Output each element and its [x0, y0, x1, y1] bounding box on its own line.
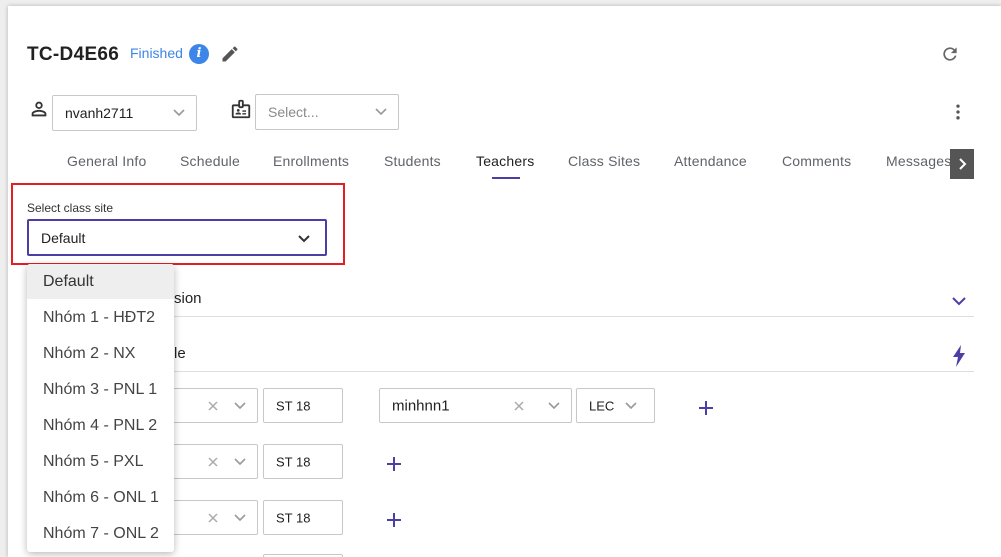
row3-st-value: ST 18: [276, 510, 310, 525]
active-tab-indicator: [492, 177, 520, 179]
dropdown-option[interactable]: Nhóm 6 - ONL 1: [27, 480, 174, 515]
user-select[interactable]: nvanh2711: [52, 95, 197, 131]
secondary-select-placeholder: Select...: [268, 104, 319, 120]
row2-st-value: ST 18: [276, 454, 310, 469]
row1-role-value: LEC: [589, 398, 615, 413]
clear-x-icon[interactable]: [207, 512, 219, 524]
tab-comments[interactable]: Comments: [782, 153, 851, 169]
class-code-title: TC-D4E66: [27, 44, 120, 65]
row1-st-value: ST 18: [276, 398, 310, 413]
user-select-value: nvanh2711: [65, 105, 134, 121]
tab-schedule[interactable]: Schedule: [180, 153, 240, 169]
dropdown-option[interactable]: Default: [27, 264, 174, 299]
dropdown-option[interactable]: Nhóm 1 - HĐT2: [27, 300, 174, 335]
dropdown-option[interactable]: Nhóm 5 - PXL: [27, 444, 174, 479]
refresh-icon[interactable]: [940, 44, 960, 64]
section-divider: [174, 371, 974, 372]
tab-students[interactable]: Students: [384, 153, 441, 169]
row1-role-select[interactable]: LEC: [576, 388, 655, 423]
class-site-dropdown: Default Nhóm 1 - HĐT2 Nhóm 2 - NX Nhóm 3…: [27, 264, 174, 552]
dropdown-option[interactable]: Nhóm 4 - PNL 2: [27, 408, 174, 443]
more-vert-icon[interactable]: [948, 102, 968, 122]
tab-enrollments[interactable]: Enrollments: [273, 153, 349, 169]
tab-class-sites[interactable]: Class Sites: [568, 153, 640, 169]
chevron-down-icon: [625, 401, 637, 409]
row3-st-select[interactable]: ST 18: [263, 500, 343, 535]
schedule-section-title: le: [174, 345, 186, 362]
dropdown-option[interactable]: Nhóm 3 - PNL 1: [27, 372, 174, 407]
dropdown-option[interactable]: Nhóm 2 - NX: [27, 336, 174, 371]
class-site-label: Select class site: [27, 201, 114, 215]
chevron-down-icon: [234, 457, 246, 465]
person-icon: [28, 98, 50, 120]
row1-teacher-value: minhnn1: [392, 397, 450, 414]
chevron-down-icon: [234, 401, 246, 409]
lightning-icon[interactable]: [952, 345, 966, 367]
tab-messages[interactable]: Messages: [886, 153, 954, 169]
session-section-title: sion: [174, 290, 202, 307]
id-badge-icon: [230, 98, 252, 120]
clear-x-icon[interactable]: [207, 456, 219, 468]
clear-x-icon[interactable]: [207, 400, 219, 412]
info-icon[interactable]: i: [189, 44, 209, 64]
section-divider: [174, 316, 974, 317]
chevron-down-icon: [548, 401, 560, 409]
class-detail-panel: TC-D4E66 Finished i nvanh2711 Select... …: [8, 6, 1001, 557]
tab-teachers[interactable]: Teachers: [476, 153, 534, 169]
clear-x-icon[interactable]: [513, 400, 525, 412]
add-teacher-plus-icon[interactable]: [385, 511, 403, 529]
chevron-down-icon: [375, 108, 387, 116]
row1-st-select[interactable]: ST 18: [263, 388, 343, 423]
expand-chevron-icon[interactable]: [951, 294, 967, 306]
row1-teacher-select[interactable]: minhnn1: [379, 388, 572, 423]
add-teacher-plus-icon[interactable]: [697, 399, 715, 417]
status-label: Finished: [130, 45, 183, 61]
dropdown-option[interactable]: Nhóm 7 - ONL 2: [27, 516, 174, 551]
tab-general-info[interactable]: General Info: [67, 153, 146, 169]
secondary-select[interactable]: Select...: [255, 94, 399, 130]
tabs-scroll-right-button[interactable]: [950, 149, 974, 179]
chevron-down-icon: [234, 513, 246, 521]
row2-st-select[interactable]: ST 18: [263, 444, 343, 479]
tab-attendance[interactable]: Attendance: [674, 153, 747, 169]
chevron-down-icon: [173, 109, 185, 117]
edit-pencil-icon[interactable]: [220, 44, 240, 64]
class-site-select[interactable]: Default: [27, 219, 327, 256]
add-teacher-plus-icon[interactable]: [385, 455, 403, 473]
class-site-value: Default: [41, 230, 86, 246]
chevron-down-icon: [298, 235, 310, 243]
chevron-right-icon: [959, 158, 967, 170]
